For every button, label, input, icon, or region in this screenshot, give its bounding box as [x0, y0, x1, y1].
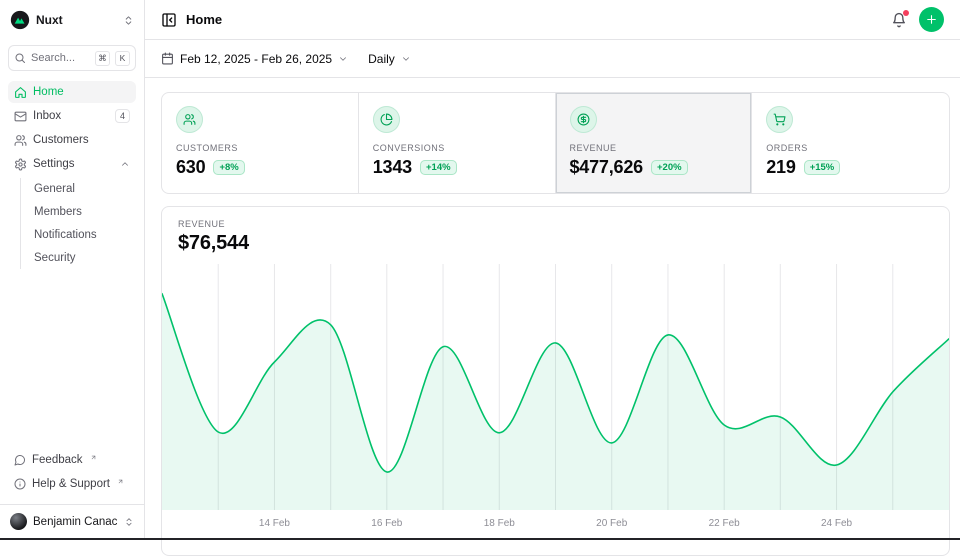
search-input[interactable]: Search... ⌘ K [8, 45, 136, 71]
topbar-actions [891, 7, 944, 32]
stat-label: CUSTOMERS [176, 143, 344, 153]
sidebar-item-general[interactable]: General [28, 178, 136, 200]
gear-icon [14, 158, 27, 171]
stats-row: CUSTOMERS 630 +8% CONVERSIONS 1343 +14% [161, 92, 950, 194]
inbox-count-badge: 4 [115, 109, 130, 123]
sidebar-item-label: Settings [33, 158, 114, 170]
stat-value: $477,626 [570, 157, 643, 178]
period-select[interactable]: Daily [368, 52, 411, 66]
external-link-icon [117, 478, 124, 485]
stat-label: CONVERSIONS [373, 143, 541, 153]
sidebar-item-label: Home [33, 86, 130, 98]
date-range-label: Feb 12, 2025 - Feb 26, 2025 [180, 52, 332, 66]
sidebar-nav: Home Inbox 4 Customers Settings [8, 81, 136, 270]
settings-submenu: General Members Notifications Security [20, 178, 136, 269]
sidebar-item-customers[interactable]: Customers [8, 129, 136, 151]
external-link-icon [90, 454, 97, 461]
sidebar-item-label: Inbox [33, 110, 109, 122]
inbox-icon [14, 110, 27, 123]
nuxt-logo-icon [10, 10, 30, 30]
revenue-area-chart: 14 Feb 16 Feb 18 Feb 20 Feb 22 Feb 24 Feb [162, 264, 949, 532]
chart-title: REVENUE [178, 219, 933, 229]
main-area: Home Feb 12, 2025 - Feb 26, 2025 [145, 0, 960, 540]
footer-item-label: Feedback [32, 454, 83, 466]
house-icon [14, 86, 27, 99]
sidebar-item-home[interactable]: Home [8, 81, 136, 103]
stat-label: ORDERS [766, 143, 935, 153]
info-circle-icon [14, 478, 26, 490]
sidebar-item-security[interactable]: Security [28, 247, 136, 269]
add-button[interactable] [919, 7, 944, 32]
sub-item-label: General [34, 183, 75, 195]
users-icon [14, 134, 27, 147]
user-name: Benjamin Canac [33, 516, 118, 528]
topbar: Home [145, 0, 960, 40]
chevron-up-down-icon [123, 15, 134, 26]
sub-item-label: Security [34, 252, 76, 264]
users-icon [176, 106, 203, 133]
stat-delta-badge: +15% [804, 160, 841, 175]
avatar [10, 513, 27, 530]
svg-text:22 Feb: 22 Feb [709, 518, 741, 529]
sidebar: Nuxt Search... ⌘ K Home [0, 0, 145, 540]
sidebar-item-settings[interactable]: Settings [8, 153, 136, 175]
search-icon [14, 52, 26, 64]
stat-label: REVENUE [570, 143, 738, 153]
page-title: Home [186, 12, 222, 27]
dollar-circle-icon [570, 106, 597, 133]
sidebar-spacer [8, 270, 136, 449]
collapse-sidebar-button[interactable] [161, 12, 177, 28]
sub-item-label: Notifications [34, 229, 97, 241]
sidebar-footer: Feedback Help & Support Benjamin Canac [8, 449, 136, 536]
sidebar-item-notifications[interactable]: Notifications [28, 224, 136, 246]
filterbar: Feb 12, 2025 - Feb 26, 2025 Daily [145, 40, 960, 78]
svg-text:14 Feb: 14 Feb [259, 518, 291, 529]
app-window: Nuxt Search... ⌘ K Home [0, 0, 960, 540]
message-bubble-icon [14, 454, 26, 466]
workspace-switcher[interactable]: Nuxt [8, 8, 136, 32]
sub-item-label: Members [34, 206, 82, 218]
workspace-name: Nuxt [36, 13, 117, 27]
stat-card-revenue[interactable]: REVENUE $477,626 +20% [556, 93, 753, 193]
kbd-cmd: ⌘ [95, 51, 110, 66]
cart-icon [766, 106, 793, 133]
notifications-button[interactable] [891, 12, 907, 28]
user-menu[interactable]: Benjamin Canac [0, 504, 144, 536]
date-range-picker[interactable]: Feb 12, 2025 - Feb 26, 2025 [161, 52, 348, 66]
notification-dot [903, 10, 909, 16]
calendar-icon [161, 52, 174, 65]
stat-card-orders[interactable]: ORDERS 219 +15% [752, 93, 949, 193]
stat-delta-badge: +14% [420, 160, 457, 175]
feedback-link[interactable]: Feedback [8, 449, 136, 471]
stat-value: 630 [176, 157, 205, 178]
svg-text:18 Feb: 18 Feb [484, 518, 516, 529]
chart-header: REVENUE $76,544 [162, 207, 949, 255]
svg-text:20 Feb: 20 Feb [596, 518, 628, 529]
period-label: Daily [368, 52, 395, 66]
chevron-down-icon [401, 54, 411, 64]
sidebar-item-label: Customers [33, 134, 130, 146]
chevron-down-icon [338, 54, 348, 64]
help-support-link[interactable]: Help & Support [8, 473, 136, 495]
revenue-chart-card: REVENUE $76,544 14 Feb 16 Feb 18 Feb 20 Feb… [161, 206, 950, 556]
kbd-k: K [115, 51, 130, 66]
svg-text:24 Feb: 24 Feb [821, 518, 853, 529]
stat-delta-badge: +8% [213, 160, 244, 175]
sidebar-item-inbox[interactable]: Inbox 4 [8, 105, 136, 127]
stat-delta-badge: +20% [651, 160, 688, 175]
chevron-up-down-icon [124, 517, 134, 527]
pie-chart-icon [373, 106, 400, 133]
stat-card-conversions[interactable]: CONVERSIONS 1343 +14% [359, 93, 556, 193]
chart-total-value: $76,544 [178, 232, 933, 255]
plus-icon [925, 13, 938, 26]
chevron-up-icon [120, 159, 130, 169]
dashboard-content: CUSTOMERS 630 +8% CONVERSIONS 1343 +14% [145, 78, 960, 556]
svg-text:16 Feb: 16 Feb [371, 518, 403, 529]
sidebar-item-members[interactable]: Members [28, 201, 136, 223]
stat-value: 1343 [373, 157, 412, 178]
footer-item-label: Help & Support [32, 478, 110, 490]
search-placeholder: Search... [31, 52, 90, 64]
stat-card-customers[interactable]: CUSTOMERS 630 +8% [162, 93, 359, 193]
stat-value: 219 [766, 157, 795, 178]
